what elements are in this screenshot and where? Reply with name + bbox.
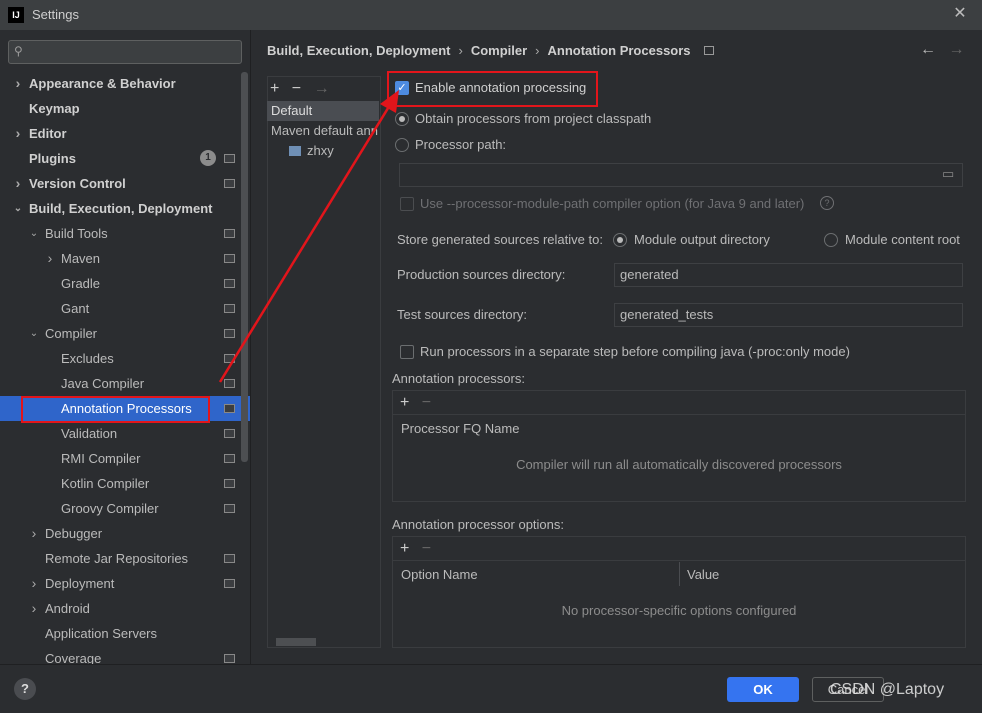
annotation-arrow (218, 90, 399, 383)
watermark-text: CSDN @Laptoy (830, 681, 945, 698)
help-button[interactable]: ? (14, 678, 36, 700)
ok-button[interactable]: OK (727, 677, 799, 702)
